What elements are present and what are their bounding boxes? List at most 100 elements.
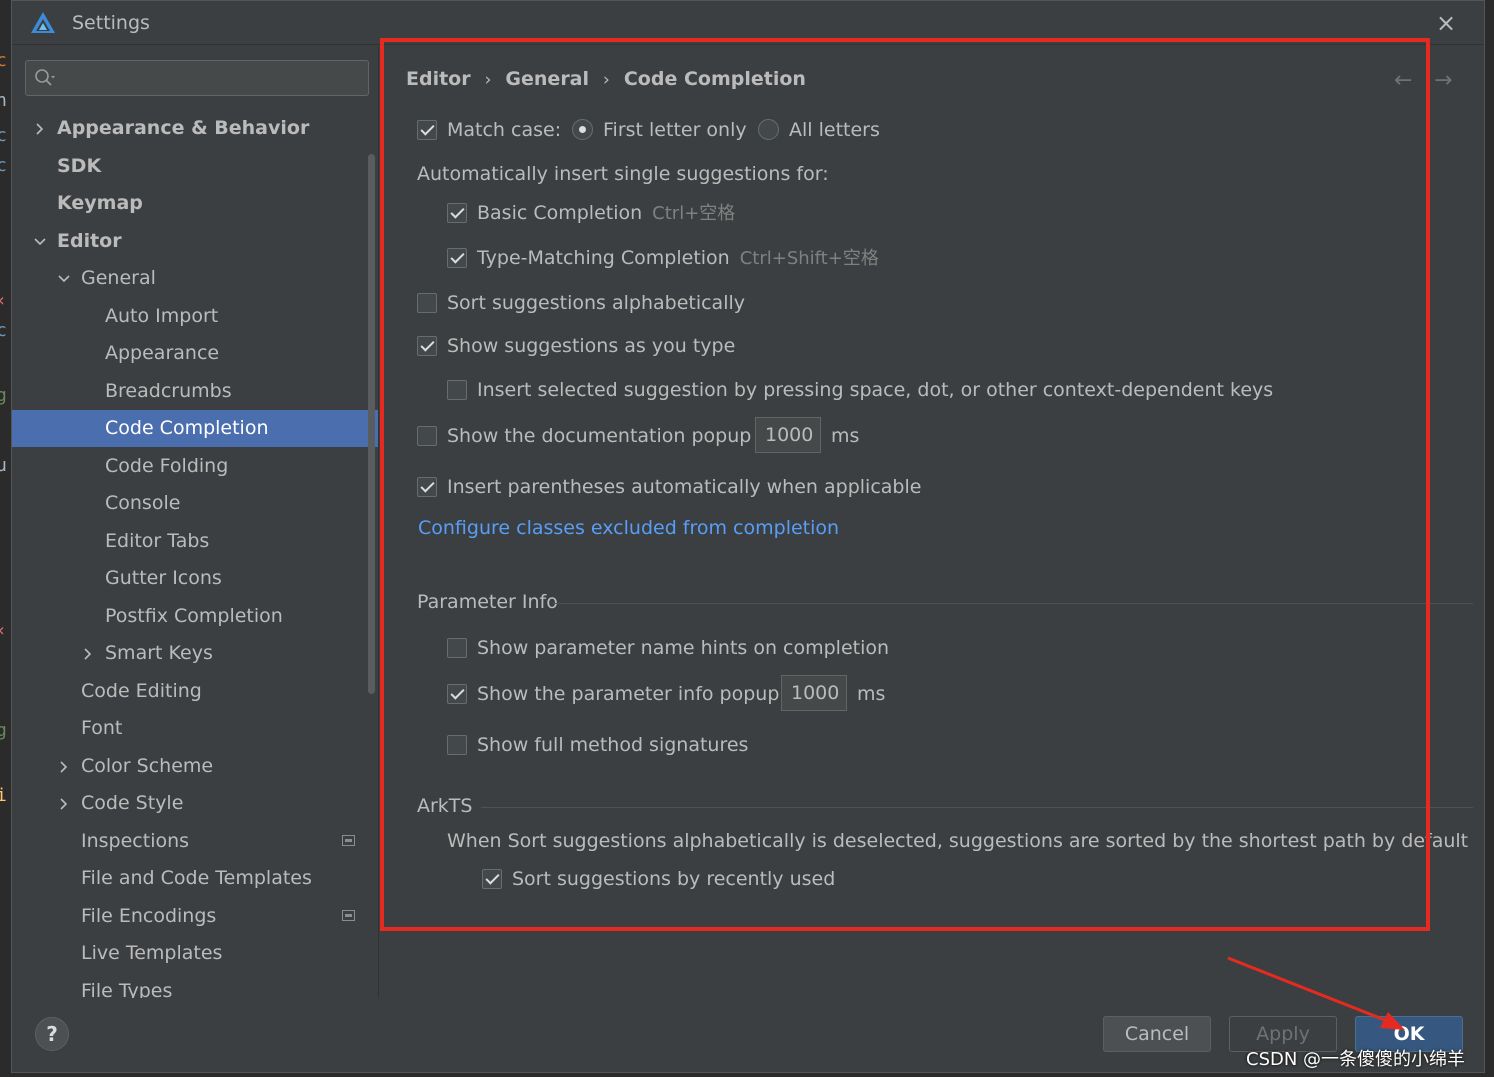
search-input[interactable]	[62, 65, 362, 91]
sidebar-item-label: Smart Keys	[105, 642, 213, 664]
basic-completion-shortcut: Ctrl+空格	[652, 203, 736, 224]
documentation-popup-checkbox[interactable]	[417, 426, 437, 446]
sidebar-item-label: File Types	[81, 979, 173, 999]
sort-recently-used-row: Sort suggestions by recently used	[482, 866, 982, 892]
breadcrumb-editor[interactable]: Editor	[406, 68, 471, 90]
sidebar-item-sdk[interactable]: SDK	[12, 148, 368, 185]
sidebar-item-label: Font	[81, 717, 123, 739]
sidebar-scrollbar[interactable]	[368, 154, 375, 694]
breadcrumb-code-completion: Code Completion	[623, 68, 806, 90]
sidebar-item-console[interactable]: Console	[12, 485, 368, 522]
watermark: CSDN @一条傻傻的小绵羊	[1246, 1049, 1466, 1070]
type-matching-checkbox[interactable]	[447, 248, 467, 268]
insert-selected-checkbox[interactable]	[447, 380, 467, 400]
sidebar-item-font[interactable]: Font	[12, 710, 368, 747]
sidebar-item-general[interactable]: General	[12, 260, 368, 297]
sidebar-item-label: Breadcrumbs	[105, 379, 232, 402]
sidebar-item-label: File and Code Templates	[81, 867, 312, 889]
app-logo-icon	[31, 12, 55, 33]
sidebar-item-label: Console	[105, 492, 181, 514]
sidebar-item-code-folding[interactable]: Code Folding	[12, 448, 368, 485]
sidebar-item-breadcrumbs[interactable]: Breadcrumbs	[12, 373, 368, 410]
documentation-delay-unit: ms	[831, 425, 860, 447]
cancel-button[interactable]: Cancel	[1103, 1016, 1211, 1052]
match-case-checkbox[interactable]	[417, 120, 437, 140]
sidebar-item-appearance[interactable]: Appearance	[12, 335, 368, 372]
show-as-you-type-checkbox[interactable]	[417, 336, 437, 356]
sidebar-item-label: General	[81, 267, 156, 289]
sidebar-item-file-types[interactable]: File Types	[12, 973, 368, 999]
breadcrumb: Editor › General › Code Completion	[406, 68, 806, 90]
back-arrow-icon[interactable]: ←	[1394, 68, 1412, 93]
sort-alphabetically-row: Sort suggestions alphabetically	[417, 290, 917, 316]
sidebar-item-label: Code Completion	[105, 417, 269, 439]
sidebar-item-auto-import[interactable]: Auto Import	[12, 298, 368, 335]
basic-completion-checkbox[interactable]	[447, 203, 467, 223]
insert-selected-label: Insert selected suggestion by pressing s…	[477, 379, 1274, 401]
parameter-info-popup-checkbox[interactable]	[447, 684, 467, 704]
parameter-name-hints-label: Show parameter name hints on completion	[477, 637, 890, 659]
sidebar-item-label: Gutter Icons	[105, 567, 222, 589]
sidebar-item-label: Editor Tabs	[105, 529, 210, 552]
sort-alphabetically-checkbox[interactable]	[417, 293, 437, 313]
help-button[interactable]: ?	[35, 1017, 69, 1051]
forward-arrow-icon[interactable]: →	[1434, 68, 1452, 93]
sidebar-item-smart-keys[interactable]: Smart Keys	[12, 635, 368, 672]
sidebar-item-label: Postfix Completion	[105, 604, 283, 627]
sidebar-item-appearance-behavior[interactable]: Appearance & Behavior	[12, 110, 368, 147]
first-letter-only-radio[interactable]	[572, 119, 593, 140]
parameter-info-delay-input[interactable]	[781, 675, 847, 711]
arkts-note: When Sort suggestions alphabetically is …	[447, 830, 1469, 852]
settings-dialog: Settings × Appearance & Behavior SDK Keyma…	[11, 0, 1485, 1073]
type-matching-label: Type-Matching Completion	[477, 247, 730, 269]
sidebar-item-gutter-icons[interactable]: Gutter Icons	[12, 560, 368, 597]
sidebar-item-label: Auto Import	[105, 304, 219, 327]
sidebar-item-code-completion[interactable]: Code Completion	[12, 410, 378, 447]
sidebar-item-code-editing[interactable]: Code Editing	[12, 673, 368, 710]
breadcrumb-general[interactable]: General	[505, 68, 589, 90]
sidebar-item-file-encodings[interactable]: File Encodings	[12, 898, 368, 935]
all-letters-radio[interactable]	[758, 119, 779, 140]
sidebar-item-color-scheme[interactable]: Color Scheme	[12, 748, 368, 785]
search-box[interactable]	[25, 60, 369, 96]
breadcrumb-separator: ›	[603, 70, 610, 90]
chevron-right-icon[interactable]	[81, 647, 95, 661]
chevron-down-icon[interactable]	[57, 272, 71, 286]
sidebar-item-editor[interactable]: Editor	[12, 223, 368, 260]
all-letters-label: All letters	[789, 119, 880, 141]
insert-parentheses-checkbox[interactable]	[417, 477, 437, 497]
insert-parentheses-label: Insert parentheses automatically when ap…	[447, 476, 922, 498]
project-scope-icon	[342, 909, 355, 921]
show-as-you-type-row: Show suggestions as you type	[417, 333, 917, 359]
chevron-right-icon[interactable]	[57, 760, 71, 774]
project-scope-icon	[342, 834, 355, 846]
sidebar-item-editor-tabs[interactable]: Editor Tabs	[12, 523, 368, 560]
chevron-right-icon[interactable]	[57, 797, 71, 811]
parameter-info-popup-label: Show the parameter info popup in	[477, 683, 803, 705]
close-icon[interactable]: ×	[1432, 9, 1460, 37]
sidebar-item-live-templates[interactable]: Live Templates	[12, 935, 368, 972]
sort-recently-used-label: Sort suggestions by recently used	[512, 868, 836, 890]
settings-sidebar: Appearance & Behavior SDK Keymap Editor Gene…	[12, 46, 379, 998]
sidebar-item-inspections[interactable]: Inspections	[12, 823, 368, 860]
type-matching-shortcut: Ctrl+Shift+空格	[739, 248, 879, 269]
sidebar-item-keymap[interactable]: Keymap	[12, 185, 368, 222]
chevron-right-icon[interactable]	[33, 122, 47, 136]
documentation-delay-input[interactable]	[755, 417, 821, 453]
first-letter-only-label: First letter only	[603, 119, 747, 141]
sidebar-item-file-and-code-templates[interactable]: File and Code Templates	[12, 860, 368, 897]
sidebar-item-label: Appearance	[105, 342, 220, 364]
sort-recently-used-checkbox[interactable]	[482, 869, 502, 889]
sidebar-item-code-style[interactable]: Code Style	[12, 785, 368, 822]
sidebar-item-label: Code Folding	[105, 454, 229, 477]
arkts-title: ArkTS	[417, 795, 473, 817]
configure-excluded-classes-link[interactable]: Configure classes excluded from completi…	[418, 517, 839, 539]
sidebar-item-label: Appearance & Behavior	[57, 117, 310, 139]
show-as-you-type-label: Show suggestions as you type	[447, 335, 736, 357]
full-method-signatures-checkbox[interactable]	[447, 735, 467, 755]
parameter-name-hints-checkbox[interactable]	[447, 638, 467, 658]
arkts-divider	[481, 807, 1473, 808]
sidebar-item-postfix-completion[interactable]: Postfix Completion	[12, 598, 368, 635]
chevron-down-icon[interactable]	[33, 235, 47, 249]
parameter-info-title: Parameter Info	[417, 591, 558, 613]
